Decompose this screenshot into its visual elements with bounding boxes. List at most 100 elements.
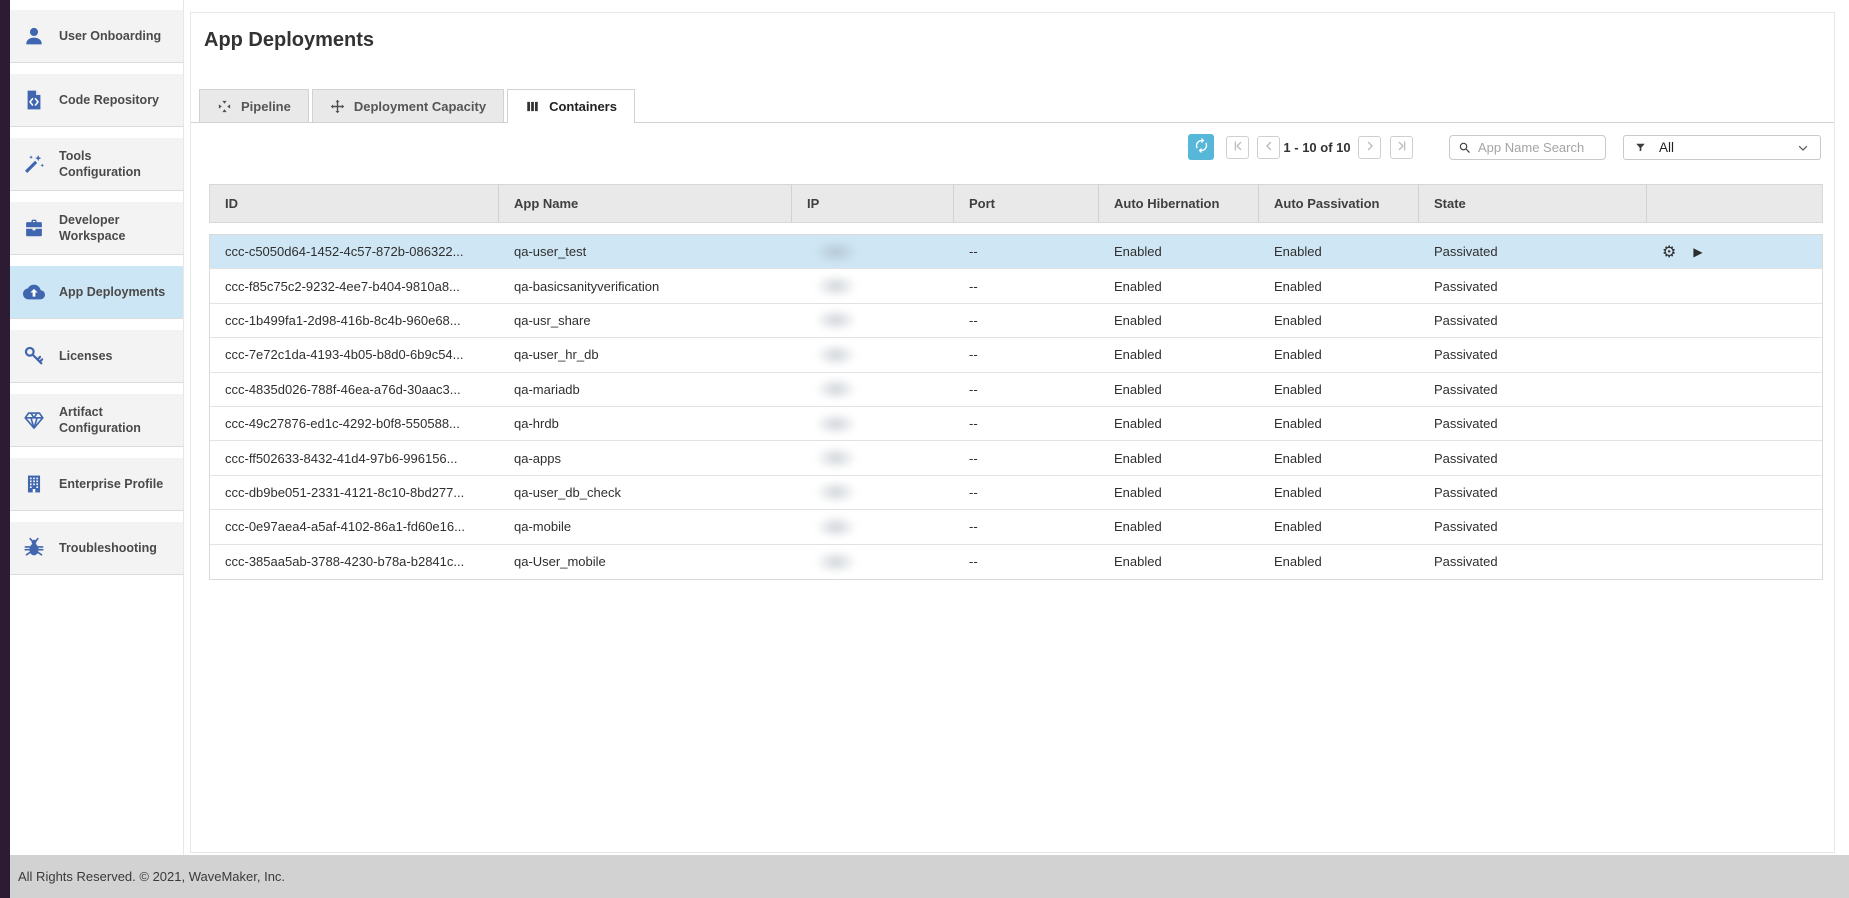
refresh-button[interactable] [1188, 134, 1214, 160]
cell-port: -- [954, 338, 1099, 371]
table-row[interactable]: ccc-4835d026-788f-46ea-a76d-30aac3...qa-… [210, 373, 1822, 407]
table-row[interactable]: ccc-c5050d64-1452-4c57-872b-086322...qa-… [210, 235, 1822, 269]
column-header-auto-passivation: Auto Passivation [1259, 185, 1419, 222]
sidebar-item-code-repository[interactable]: Code Repository [10, 74, 183, 127]
redacted-ip-blur [815, 343, 857, 367]
sidebar-item-enterprise-profile[interactable]: Enterprise Profile [10, 458, 183, 511]
cell-port: -- [954, 441, 1099, 474]
table-row[interactable]: ccc-49c27876-ed1c-4292-b0f8-550588...qa-… [210, 407, 1822, 441]
tab-containers[interactable]: Containers [507, 89, 635, 123]
cell-auto-hibernation: Enabled [1099, 338, 1259, 371]
sidebar-item-label: User Onboarding [59, 28, 171, 44]
cell-auto-hibernation: Enabled [1099, 235, 1259, 268]
filter-icon [1634, 141, 1647, 154]
cell-state: Passivated [1419, 373, 1647, 406]
redacted-ip-blur [815, 377, 857, 401]
sidebar-item-user-onboarding[interactable]: User Onboarding [10, 10, 183, 63]
cell-auto-passivation: Enabled [1259, 373, 1419, 406]
cell-id: ccc-c5050d64-1452-4c57-872b-086322... [210, 235, 499, 268]
cell-actions [1647, 441, 1824, 474]
sidebar-item-app-deployments[interactable]: App Deployments [10, 266, 183, 319]
cell-auto-hibernation: Enabled [1099, 407, 1259, 440]
table-row[interactable]: ccc-db9be051-2331-4121-8c10-8bd277...qa-… [210, 476, 1822, 510]
chevron-down-icon [1796, 141, 1810, 155]
cell-id: ccc-385aa5ab-3788-4230-b78a-b2841c... [210, 545, 499, 579]
sidebar-item-label: Code Repository [59, 92, 171, 108]
sidebar-item-artifact-configuration[interactable]: Artifact Configuration [10, 394, 183, 447]
tab-bar: Pipeline Deployment Capacity Containers [191, 89, 1834, 123]
cell-auto-hibernation: Enabled [1099, 269, 1259, 302]
tab-pipeline[interactable]: Pipeline [199, 89, 309, 122]
tab-label: Containers [549, 99, 617, 114]
play-icon[interactable]: ▶ [1693, 245, 1702, 259]
cell-actions [1647, 407, 1824, 440]
cell-id: ccc-7e72c1da-4193-4b05-b8d0-6b9c54... [210, 338, 499, 371]
cell-id: ccc-49c27876-ed1c-4292-b0f8-550588... [210, 407, 499, 440]
cell-auto-passivation: Enabled [1259, 441, 1419, 474]
cell-ip [792, 407, 954, 440]
filter-selected-value: All [1659, 140, 1796, 155]
tab-label: Deployment Capacity [354, 99, 486, 114]
cell-app-name: qa-User_mobile [499, 545, 792, 579]
sidebar-item-developer-workspace[interactable]: Developer Workspace [10, 202, 183, 255]
cell-state: Passivated [1419, 235, 1647, 268]
sidebar-item-troubleshooting[interactable]: Troubleshooting [10, 522, 183, 575]
table-row[interactable]: ccc-1b499fa1-2d98-416b-8c4b-960e68...qa-… [210, 304, 1822, 338]
search-icon [1458, 141, 1472, 155]
sidebar-item-tools-configuration[interactable]: Tools Configuration [10, 138, 183, 191]
main-panel: App Deployments Pipeline Deployment Capa… [190, 12, 1835, 853]
cell-app-name: qa-usr_share [499, 304, 792, 337]
briefcase-icon [23, 217, 45, 239]
footer: All Rights Reserved. © 2021, WaveMaker, … [0, 855, 1849, 898]
cell-auto-hibernation: Enabled [1099, 441, 1259, 474]
next-page-icon [1363, 139, 1377, 156]
redacted-ip-blur [815, 240, 857, 264]
cell-app-name: qa-user_db_check [499, 476, 792, 509]
sidebar-item-label: Licenses [59, 348, 171, 364]
gem-icon [23, 409, 45, 431]
cell-actions [1647, 510, 1824, 543]
column-header-auto-hibernation: Auto Hibernation [1099, 185, 1259, 222]
cell-auto-passivation: Enabled [1259, 304, 1419, 337]
cell-ip [792, 373, 954, 406]
cell-port: -- [954, 476, 1099, 509]
cell-ip [792, 338, 954, 371]
cell-ip [792, 304, 954, 337]
table-row[interactable]: ccc-f85c75c2-9232-4ee7-b404-9810a8...qa-… [210, 269, 1822, 303]
cell-port: -- [954, 510, 1099, 543]
cell-id: ccc-4835d026-788f-46ea-a76d-30aac3... [210, 373, 499, 406]
sidebar-item-licenses[interactable]: Licenses [10, 330, 183, 383]
cell-state: Passivated [1419, 338, 1647, 371]
cell-auto-hibernation: Enabled [1099, 545, 1259, 579]
accent-strip [0, 0, 10, 898]
copyright-text: All Rights Reserved. © 2021, WaveMaker, … [18, 869, 285, 884]
table-row[interactable]: ccc-ff502633-8432-41d4-97b6-996156...qa-… [210, 441, 1822, 475]
tab-label: Pipeline [241, 99, 291, 114]
sidebar-item-label: Enterprise Profile [59, 476, 171, 492]
first-page-icon [1231, 139, 1245, 156]
cell-app-name: qa-user_test [499, 235, 792, 268]
cell-state: Passivated [1419, 407, 1647, 440]
tab-deployment-capacity[interactable]: Deployment Capacity [312, 89, 504, 122]
redacted-ip-blur [815, 446, 857, 470]
cell-app-name: qa-mariadb [499, 373, 792, 406]
table-row[interactable]: ccc-0e97aea4-a5af-4102-86a1-fd60e16...qa… [210, 510, 1822, 544]
column-header-ip: IP [792, 185, 954, 222]
sidebar-item-label: Troubleshooting [59, 540, 171, 556]
table-row[interactable]: ccc-7e72c1da-4193-4b05-b8d0-6b9c54...qa-… [210, 338, 1822, 372]
gear-icon[interactable]: ⚙ [1662, 242, 1676, 261]
previous-page-icon [1262, 139, 1276, 156]
first-page-button[interactable] [1226, 136, 1249, 159]
table-row[interactable]: ccc-385aa5ab-3788-4230-b78a-b2841c...qa-… [210, 545, 1822, 579]
last-page-button[interactable] [1390, 136, 1413, 159]
cell-auto-passivation: Enabled [1259, 476, 1419, 509]
app-name-search-box [1449, 135, 1606, 160]
cell-ip [792, 441, 954, 474]
status-filter-select[interactable]: All [1623, 135, 1821, 160]
cell-port: -- [954, 269, 1099, 302]
next-page-button[interactable] [1358, 136, 1381, 159]
previous-page-button[interactable] [1257, 136, 1280, 159]
cell-auto-passivation: Enabled [1259, 235, 1419, 268]
app-name-search-input[interactable] [1478, 140, 1598, 155]
cell-app-name: qa-user_hr_db [499, 338, 792, 371]
